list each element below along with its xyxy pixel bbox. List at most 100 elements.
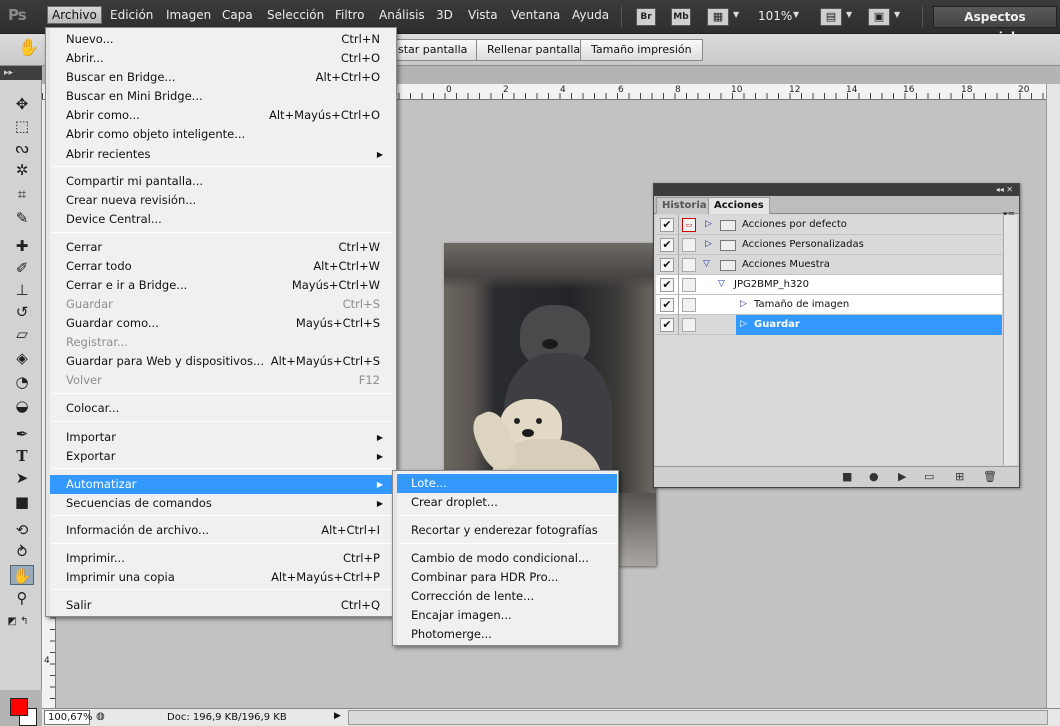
expand-triangle-icon[interactable]: ▷ bbox=[705, 219, 712, 229]
menu-item-exportar[interactable]: Exportar ▶ bbox=[50, 447, 392, 466]
bridge-button[interactable]: Br bbox=[636, 8, 656, 26]
magic-wand-tool-icon[interactable]: ✲ bbox=[10, 160, 34, 180]
view-extras-icon[interactable]: ▦ bbox=[707, 8, 729, 26]
trash-icon[interactable]: 🗑 bbox=[983, 470, 997, 483]
menu-item-importar[interactable]: Importar ▶ bbox=[50, 428, 392, 447]
crop-tool-icon[interactable]: ⌗ bbox=[10, 184, 34, 204]
status-menu-arrow-icon[interactable]: ▶ bbox=[334, 711, 341, 721]
action-row[interactable]: ✔ ▷ Acciones Personalizadas bbox=[656, 235, 1002, 255]
dialog-toggle-icon[interactable] bbox=[682, 298, 696, 312]
check-icon[interactable]: ✔ bbox=[660, 278, 674, 292]
move-tool-icon[interactable]: ✥ bbox=[10, 94, 34, 114]
menu-item-abrir[interactable]: Abrir... Ctrl+O bbox=[50, 49, 392, 68]
menu-ventana[interactable]: Ventana bbox=[511, 8, 560, 22]
healing-brush-tool-icon[interactable]: ✚ bbox=[10, 236, 34, 256]
dialog-toggle-icon[interactable]: ▭ bbox=[682, 218, 696, 232]
menu-item-device-central[interactable]: Device Central... bbox=[50, 210, 392, 229]
action-row[interactable]: ✔ ▷ Guardar bbox=[656, 315, 1002, 335]
workspace-switcher-button[interactable]: Aspectos esenciales bbox=[933, 6, 1057, 44]
action-row[interactable]: ✔ ▭ ▷ Acciones por defecto bbox=[656, 215, 1002, 235]
menu-item-abrir-recientes[interactable]: Abrir recientes ▶ bbox=[50, 145, 392, 164]
menu-item-secuencias-comandos[interactable]: Secuencias de comandos ▶ bbox=[50, 494, 392, 513]
dialog-toggle-icon[interactable] bbox=[682, 238, 696, 252]
vertical-scrollbar[interactable] bbox=[1046, 84, 1060, 708]
action-row[interactable]: ✔ ▷ Tamaño de imagen bbox=[656, 295, 1002, 315]
zoom-level-select[interactable]: 101% bbox=[758, 9, 792, 23]
chevron-down-icon[interactable]: ▼ bbox=[846, 10, 852, 19]
eraser-tool-icon[interactable]: ▱ bbox=[10, 324, 34, 344]
menu-item-lote[interactable]: Lote... bbox=[397, 474, 617, 493]
action-row[interactable]: ✔ ▽ Acciones Muestra bbox=[656, 255, 1002, 275]
menu-item-abrir-objeto-inteligente[interactable]: Abrir como objeto inteligente... bbox=[50, 125, 392, 144]
zoom-input[interactable]: 100,67% bbox=[44, 710, 93, 725]
check-icon[interactable]: ✔ bbox=[660, 258, 674, 272]
expand-triangle-icon[interactable]: ▷ bbox=[740, 319, 747, 329]
chevron-down-icon[interactable]: ▼ bbox=[894, 10, 900, 19]
hand-tool-preset-icon[interactable]: ✋ bbox=[18, 38, 39, 58]
menu-archivo[interactable]: Archivo bbox=[47, 6, 102, 24]
tab-acciones[interactable]: Acciones bbox=[708, 197, 770, 214]
menu-ayuda[interactable]: Ayuda bbox=[572, 8, 609, 22]
dialog-toggle-icon[interactable] bbox=[682, 258, 696, 272]
action-row[interactable]: ✔ ▽ JPG2BMP_h320 bbox=[656, 275, 1002, 295]
horizontal-scrollbar[interactable] bbox=[348, 710, 1048, 725]
expand-triangle-icon[interactable]: ▷ bbox=[740, 299, 747, 309]
check-icon[interactable]: ✔ bbox=[660, 318, 674, 332]
dialog-toggle-icon[interactable] bbox=[682, 318, 696, 332]
menu-item-guardar-como[interactable]: Guardar como... Mayús+Ctrl+S bbox=[50, 314, 392, 333]
play-icon[interactable]: ▶ bbox=[898, 470, 906, 483]
print-size-button[interactable]: Tamaño impresión bbox=[580, 39, 703, 61]
menu-item-correccion-lente[interactable]: Corrección de lente... bbox=[397, 587, 617, 606]
menu-analisis[interactable]: Análisis bbox=[379, 8, 425, 22]
menu-filtro[interactable]: Filtro bbox=[335, 8, 364, 22]
collapse-triangle-icon[interactable]: ▽ bbox=[703, 259, 710, 269]
menu-item-cerrar[interactable]: Cerrar Ctrl+W bbox=[50, 238, 392, 257]
stop-icon[interactable]: ■ bbox=[842, 470, 852, 483]
expand-triangle-icon[interactable]: ▷ bbox=[705, 239, 712, 249]
chevron-down-icon[interactable]: ▼ bbox=[793, 10, 799, 19]
tools-panel-collapse-icon[interactable]: ▸▸ bbox=[0, 66, 42, 80]
menu-item-imprimir[interactable]: Imprimir... Ctrl+P bbox=[50, 549, 392, 568]
menu-item-salir[interactable]: Salir Ctrl+Q bbox=[50, 596, 392, 615]
3d-orbit-tool-icon[interactable]: ⥁ bbox=[10, 542, 34, 562]
type-tool-icon[interactable]: T bbox=[10, 446, 34, 466]
tab-historia[interactable]: Historia bbox=[656, 197, 713, 214]
dodge-tool-icon[interactable]: ◒ bbox=[10, 396, 34, 416]
menu-vista[interactable]: Vista bbox=[468, 8, 498, 22]
eyedropper-tool-icon[interactable]: ✎ bbox=[10, 208, 34, 228]
menu-item-combinar-hdr[interactable]: Combinar para HDR Pro... bbox=[397, 568, 617, 587]
menu-item-buscar-mini-bridge[interactable]: Buscar en Mini Bridge... bbox=[50, 87, 392, 106]
foreground-color-swatch[interactable] bbox=[10, 698, 28, 716]
check-icon[interactable]: ✔ bbox=[660, 218, 674, 232]
panel-scrollbar[interactable] bbox=[1003, 215, 1017, 465]
fill-screen-button[interactable]: Rellenar pantalla bbox=[476, 39, 592, 61]
menu-item-buscar-bridge[interactable]: Buscar en Bridge... Alt+Ctrl+O bbox=[50, 68, 392, 87]
menu-item-automatizar[interactable]: Automatizar ▶ bbox=[50, 475, 392, 494]
swap-colors-icon[interactable]: ◩ ↰ bbox=[6, 612, 30, 632]
arrange-documents-icon[interactable]: ▤ bbox=[820, 8, 842, 26]
check-icon[interactable]: ✔ bbox=[660, 238, 674, 252]
dialog-toggle-icon[interactable] bbox=[682, 278, 696, 292]
menu-item-photomerge[interactable]: Photomerge... bbox=[397, 625, 617, 644]
3d-rotate-tool-icon[interactable]: ⟲ bbox=[10, 520, 34, 540]
menu-seleccion[interactable]: Selección bbox=[267, 8, 324, 22]
menu-item-cerrar-ir-bridge[interactable]: Cerrar e ir a Bridge... Mayús+Ctrl+W bbox=[50, 276, 392, 295]
record-icon[interactable]: ● bbox=[869, 470, 879, 483]
clone-stamp-tool-icon[interactable]: ⊥ bbox=[10, 280, 34, 300]
menu-item-guardar-web[interactable]: Guardar para Web y dispositivos... Alt+Ma… bbox=[50, 352, 392, 371]
blur-tool-icon[interactable]: ◔ bbox=[10, 372, 34, 392]
menu-item-nuevo[interactable]: Nuevo... Ctrl+N bbox=[50, 30, 392, 49]
new-action-icon[interactable]: ⊞ bbox=[955, 470, 964, 483]
menu-imagen[interactable]: Imagen bbox=[166, 8, 211, 22]
brush-tool-icon[interactable]: ✐ bbox=[10, 258, 34, 278]
menu-3d[interactable]: 3D bbox=[436, 8, 453, 22]
menu-item-abrir-como[interactable]: Abrir como... Alt+Mayús+Ctrl+O bbox=[50, 106, 392, 125]
panel-titlebar[interactable]: ◂◂ ✕ bbox=[654, 184, 1019, 196]
fit-screen-button[interactable]: star pantalla bbox=[383, 39, 479, 61]
mini-bridge-button[interactable]: Mb bbox=[671, 8, 691, 26]
menu-item-cambio-modo[interactable]: Cambio de modo condicional... bbox=[397, 549, 617, 568]
menu-item-crear-revision[interactable]: Crear nueva revisión... bbox=[50, 191, 392, 210]
menu-item-cerrar-todo[interactable]: Cerrar todo Alt+Ctrl+W bbox=[50, 257, 392, 276]
menu-item-informacion-archivo[interactable]: Información de archivo... Alt+Ctrl+I bbox=[50, 521, 392, 540]
menu-item-encajar-imagen[interactable]: Encajar imagen... bbox=[397, 606, 617, 625]
